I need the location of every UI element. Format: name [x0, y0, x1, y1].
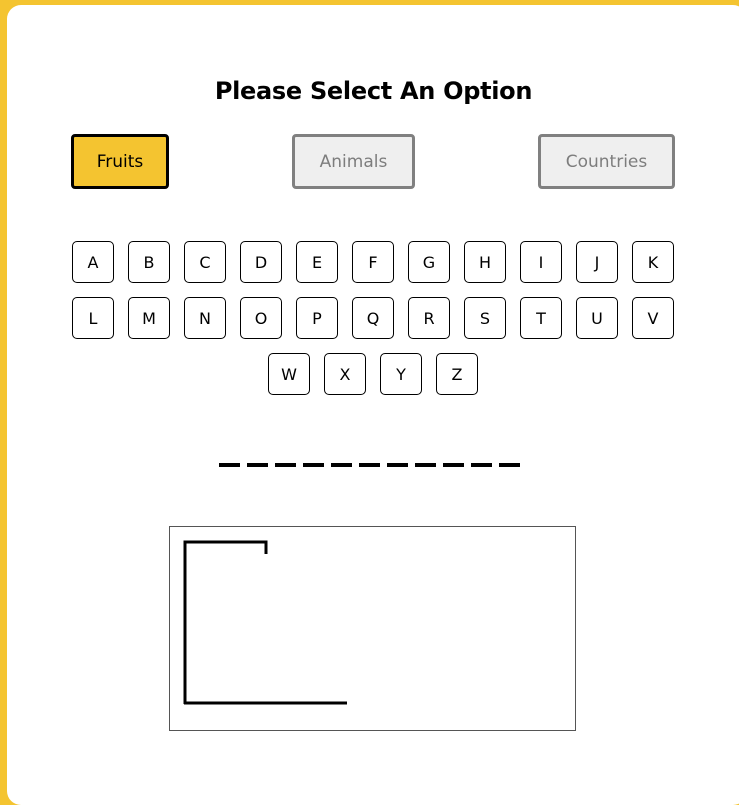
letter-key-y[interactable]: Y — [380, 353, 422, 395]
letter-key-p[interactable]: P — [296, 297, 338, 339]
letter-blank — [275, 463, 296, 467]
letter-key-h[interactable]: H — [464, 241, 506, 283]
letter-blank — [247, 463, 268, 467]
letter-key-t[interactable]: T — [520, 297, 562, 339]
letter-blank — [387, 463, 408, 467]
letter-key-n[interactable]: N — [184, 297, 226, 339]
option-fruits-button[interactable]: Fruits — [71, 134, 169, 189]
letter-blank — [471, 463, 492, 467]
letter-blank — [331, 463, 352, 467]
letter-blank — [415, 463, 436, 467]
letter-blank — [359, 463, 380, 467]
letter-keyboard: ABCDEFGHIJK LMNOPQRSTUV WXYZ — [60, 241, 686, 395]
letter-key-r[interactable]: R — [408, 297, 450, 339]
option-animals-button[interactable]: Animals — [292, 134, 415, 189]
letter-key-j[interactable]: J — [576, 241, 618, 283]
letter-key-w[interactable]: W — [268, 353, 310, 395]
letter-key-x[interactable]: X — [324, 353, 366, 395]
letter-key-b[interactable]: B — [128, 241, 170, 283]
word-blanks — [219, 463, 520, 467]
gallows-drawing — [183, 540, 347, 705]
page-title: Please Select An Option — [214, 77, 533, 105]
letter-key-e[interactable]: E — [296, 241, 338, 283]
letter-key-s[interactable]: S — [464, 297, 506, 339]
letter-blank — [219, 463, 240, 467]
letter-key-q[interactable]: Q — [352, 297, 394, 339]
letter-key-l[interactable]: L — [72, 297, 114, 339]
letter-key-z[interactable]: Z — [436, 353, 478, 395]
letter-key-i[interactable]: I — [520, 241, 562, 283]
letter-key-m[interactable]: M — [128, 297, 170, 339]
hangman-canvas — [169, 526, 576, 731]
letter-key-d[interactable]: D — [240, 241, 282, 283]
letter-key-o[interactable]: O — [240, 297, 282, 339]
letter-key-f[interactable]: F — [352, 241, 394, 283]
game-card: Please Select An Option Fruits Animals C… — [7, 5, 739, 805]
letter-key-a[interactable]: A — [72, 241, 114, 283]
option-countries-button[interactable]: Countries — [538, 134, 675, 189]
letter-blank — [443, 463, 464, 467]
letter-key-u[interactable]: U — [576, 297, 618, 339]
letter-blank — [303, 463, 324, 467]
letter-key-c[interactable]: C — [184, 241, 226, 283]
letter-key-g[interactable]: G — [408, 241, 450, 283]
letter-key-k[interactable]: K — [632, 241, 674, 283]
letter-blank — [499, 463, 520, 467]
letter-key-v[interactable]: V — [632, 297, 674, 339]
